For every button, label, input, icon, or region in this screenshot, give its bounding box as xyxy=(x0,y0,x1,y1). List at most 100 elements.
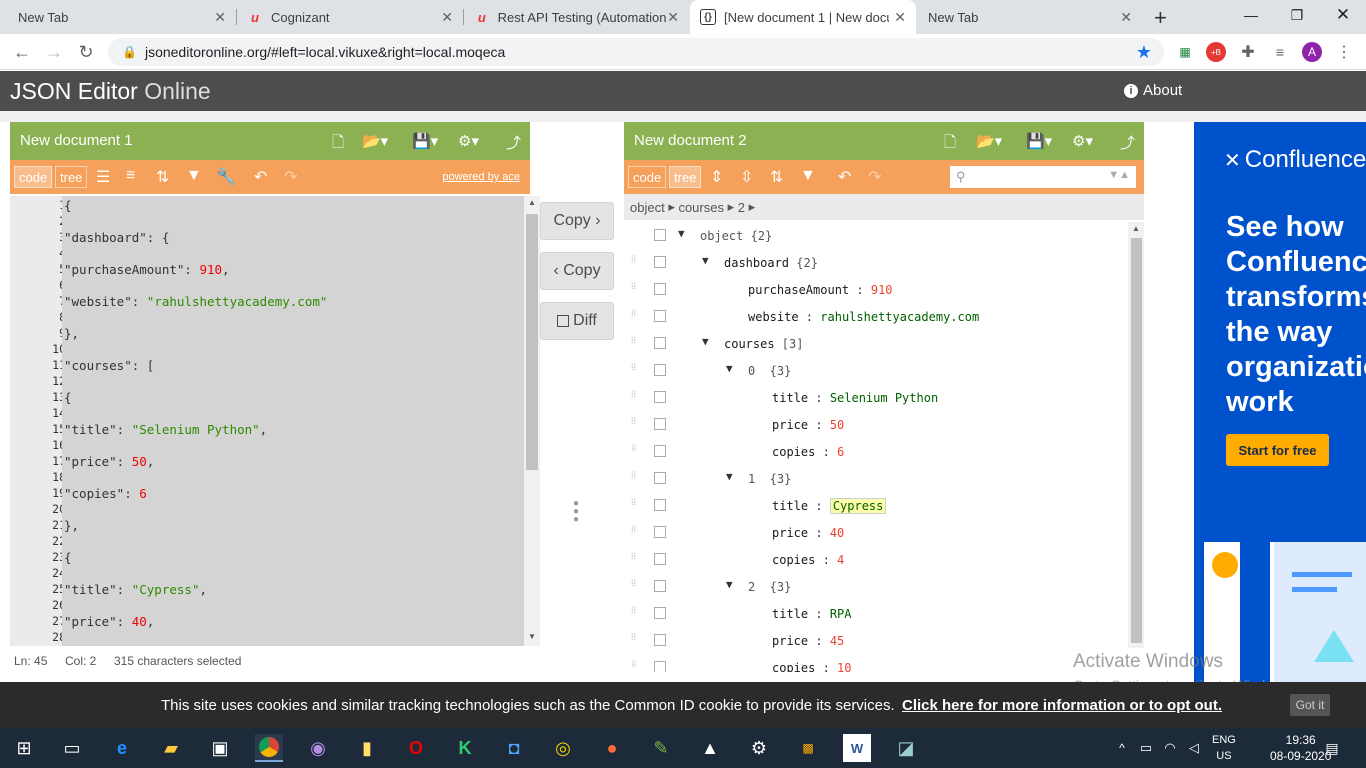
chevron-up-icon[interactable]: ^ xyxy=(1112,734,1132,762)
drag-handle-icon[interactable]: ⁞⁞ xyxy=(631,607,639,621)
select-checkbox[interactable] xyxy=(654,553,666,565)
select-checkbox[interactable] xyxy=(654,229,666,241)
cookie-info-link[interactable]: Click here for more information or to op… xyxy=(902,697,1222,714)
new-document-icon[interactable]: 🗋 xyxy=(332,132,344,157)
code-scrollbar[interactable]: ▲ ▼ xyxy=(524,196,540,646)
avatar[interactable]: A xyxy=(1302,42,1322,62)
save-icon[interactable]: 💾▾ xyxy=(1026,132,1052,150)
opera-icon[interactable]: O xyxy=(402,734,430,762)
tree-row[interactable]: ⁞⁞ title : Selenium Python xyxy=(624,384,1127,411)
drag-handle-icon[interactable]: ⁞⁞ xyxy=(631,580,639,594)
window-close-icon[interactable]: ✕ xyxy=(1320,0,1366,30)
select-checkbox[interactable] xyxy=(654,526,666,538)
select-checkbox[interactable] xyxy=(654,607,666,619)
forward-icon[interactable]: → xyxy=(42,40,66,64)
wifi-icon[interactable]: ◠ xyxy=(1160,734,1180,762)
menu-kebab-icon[interactable]: ⋮ xyxy=(1334,42,1354,62)
tree-field[interactable]: purchaseAmount : 910 xyxy=(748,283,893,297)
close-icon[interactable]: ✕ xyxy=(894,9,906,26)
tab-new-tab-2[interactable]: New Tab ✕ xyxy=(918,0,1142,34)
mode-code-button[interactable]: code xyxy=(628,166,667,188)
reload-icon[interactable]: ↻ xyxy=(74,40,98,64)
tree-field[interactable]: title : Cypress xyxy=(772,498,887,514)
sort-icon[interactable]: ⇅ xyxy=(770,167,783,187)
drag-handle-icon[interactable]: ⁞⁞ xyxy=(631,445,639,459)
sheets-extension-icon[interactable]: ▦ xyxy=(1175,42,1195,62)
select-checkbox[interactable] xyxy=(654,634,666,646)
format-icon[interactable]: ☰ xyxy=(96,167,110,187)
app-folder-icon[interactable]: ◪ xyxy=(892,734,920,762)
select-checkbox[interactable] xyxy=(654,661,666,672)
select-checkbox[interactable] xyxy=(654,256,666,268)
diff-button[interactable]: Diff xyxy=(540,302,614,340)
media-icon[interactable]: ≡ xyxy=(1270,42,1290,62)
expand-toggle-icon[interactable]: ▼ xyxy=(726,362,733,375)
sort-icon[interactable]: ⇅ xyxy=(156,167,169,187)
collapse-all-icon[interactable]: ⇳ xyxy=(740,167,753,187)
tree-row[interactable]: ⁞⁞ copies : 6 xyxy=(624,438,1127,465)
expand-toggle-icon[interactable]: ▼ xyxy=(702,254,709,267)
start-free-button[interactable]: Start for free xyxy=(1226,434,1329,466)
document-title[interactable]: New document 2 xyxy=(634,132,747,149)
mode-tree-button[interactable]: tree xyxy=(669,166,702,188)
tree-field[interactable]: copies : 10 xyxy=(772,661,852,672)
language-indicator[interactable]: ENG US xyxy=(1212,732,1236,764)
settings-icon[interactable]: ⚙▾ xyxy=(458,132,479,150)
tree-field[interactable]: title : RPA xyxy=(772,607,852,621)
eclipse-icon[interactable]: ◉ xyxy=(304,734,332,762)
close-icon[interactable]: ✕ xyxy=(214,9,226,26)
select-checkbox[interactable] xyxy=(654,283,666,295)
code-editor[interactable]: {"dashboard": {"purchaseAmount": 910, "we… xyxy=(62,196,524,646)
restore-icon[interactable]: ❐ xyxy=(1274,0,1320,30)
tree-row[interactable]: ⁞⁞ price : 50 xyxy=(624,411,1127,438)
drag-handle-icon[interactable]: ⁞⁞ xyxy=(631,661,639,672)
back-icon[interactable]: ← xyxy=(10,40,34,64)
share-icon[interactable]: ⤴ xyxy=(506,132,521,153)
postman-icon[interactable]: ● xyxy=(598,734,626,762)
tree-field[interactable]: dashboard {2} xyxy=(724,256,818,270)
tree-field[interactable]: copies : 6 xyxy=(772,445,844,459)
settings-app-icon[interactable]: ◎ xyxy=(549,734,577,762)
scrollbar-thumb[interactable] xyxy=(1131,238,1142,643)
breadcrumb-item[interactable]: courses xyxy=(678,200,724,215)
redo-icon[interactable]: ↷ xyxy=(868,167,881,187)
extension-badge-icon[interactable]: +B xyxy=(1206,42,1226,62)
tree-row[interactable]: ⁞⁞ title : RPA xyxy=(624,600,1127,627)
drag-handle-icon[interactable]: ⁞⁞ xyxy=(631,337,639,351)
edge-icon[interactable]: e xyxy=(108,734,136,762)
tree-row-dashboard[interactable]: ⁞⁞ ▼ dashboard {2} xyxy=(624,249,1127,276)
chrome-icon[interactable] xyxy=(255,734,283,762)
open-folder-icon[interactable]: 📂▾ xyxy=(976,132,1002,150)
save-icon[interactable]: 💾▾ xyxy=(412,132,438,150)
tree-field[interactable]: 2 {3} xyxy=(748,580,791,594)
powered-by-ace-link[interactable]: powered by ace xyxy=(442,171,520,183)
task-view-icon[interactable]: ▭ xyxy=(58,734,86,762)
drag-handle-icon[interactable]: ⁞⁞ xyxy=(631,391,639,405)
tree-scrollbar[interactable]: ▲ xyxy=(1128,222,1144,648)
tree-row[interactable]: ⁞⁞ copies : 10 xyxy=(624,654,1127,672)
filter-icon[interactable]: ▼ xyxy=(800,167,816,185)
close-icon[interactable]: ✕ xyxy=(1120,9,1132,26)
copy-to-right-button[interactable]: Copy › xyxy=(540,202,614,240)
tab-json-editor[interactable]: {} [New document 1 | New docum ✕ xyxy=(690,0,916,34)
tree-search-input[interactable]: ⚲ ▼▲ xyxy=(950,166,1136,188)
drag-handle-icon[interactable]: ⁞⁞ xyxy=(631,418,639,432)
mode-code-button[interactable]: code xyxy=(14,166,53,188)
puzzle-icon[interactable]: ✚ xyxy=(1238,42,1258,62)
tree-row-courses[interactable]: ⁞⁞ ▼ courses [3] xyxy=(624,330,1127,357)
settings-icon[interactable]: ⚙▾ xyxy=(1072,132,1093,150)
gear-icon[interactable]: ⚙ xyxy=(745,734,773,762)
close-icon[interactable]: ✕ xyxy=(441,9,453,26)
splitter-handle-icon[interactable]: ● ● ● xyxy=(573,499,579,525)
expand-toggle-icon[interactable]: ▼ xyxy=(726,470,733,483)
tree-field[interactable]: price : 50 xyxy=(772,418,844,432)
drag-handle-icon[interactable]: ⁞⁞ xyxy=(631,364,639,378)
notepad-plus-icon[interactable]: ✎ xyxy=(647,734,675,762)
document-title[interactable]: New document 1 xyxy=(20,132,133,149)
expand-toggle-icon[interactable]: ▼ xyxy=(678,227,685,240)
expand-toggle-icon[interactable]: ▼ xyxy=(726,578,733,591)
tree-field[interactable]: 1 {3} xyxy=(748,472,791,486)
tree-row[interactable]: ⁞⁞ price : 45 xyxy=(624,627,1127,654)
minimize-icon[interactable]: — xyxy=(1228,0,1274,30)
tab-rest-api[interactable]: u Rest API Testing (Automation) ✕ xyxy=(464,0,689,34)
